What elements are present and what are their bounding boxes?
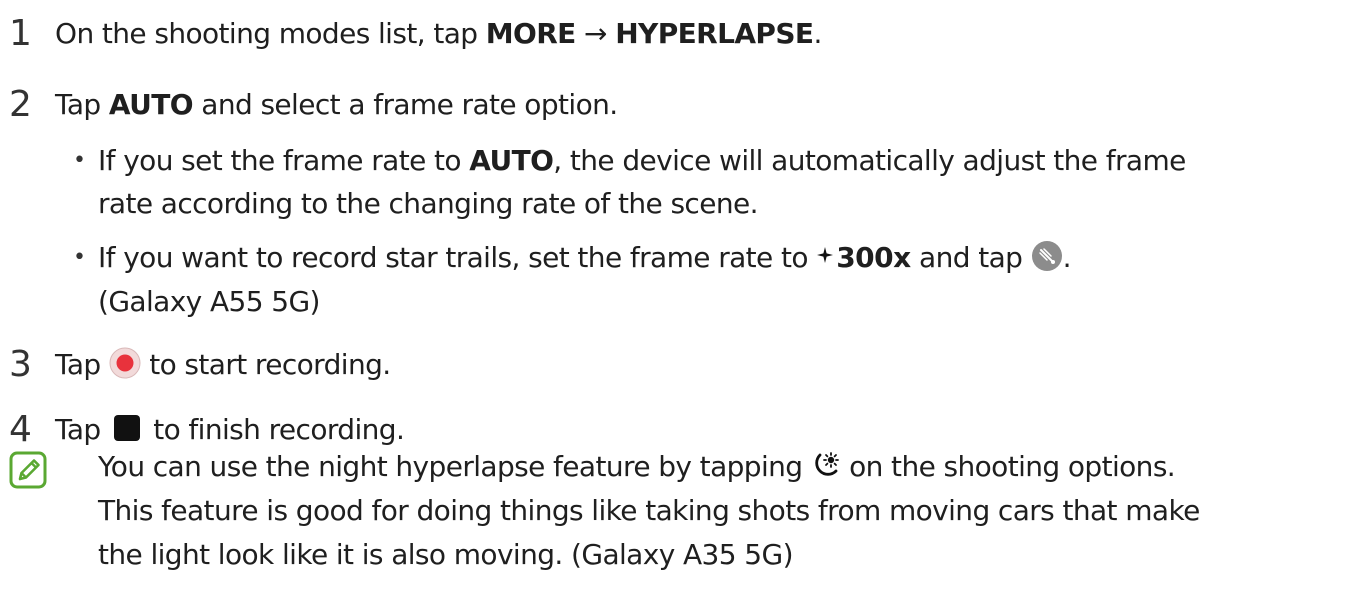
step-text: Tap <box>55 88 109 121</box>
step-3-text: Tap to start recording. <box>55 347 391 382</box>
step-text: to finish recording. <box>144 413 405 446</box>
sparkle-icon <box>817 247 834 263</box>
bullet-2-line-1: If you want to record star trails, set t… <box>98 241 1072 275</box>
step-text: to start recording. <box>140 348 391 381</box>
frame-rate-value: 300 <box>836 241 894 274</box>
step-text: . <box>813 17 822 50</box>
bullet-text: , the device will automatically adjust t… <box>553 144 1186 177</box>
step-number: 2 <box>9 84 32 125</box>
note-pencil-icon <box>9 451 47 489</box>
bullet: • <box>73 245 86 270</box>
star-trail-icon <box>1031 241 1062 271</box>
auto-label: AUTO <box>108 88 194 121</box>
step-text: and select a frame rate option. <box>192 88 618 121</box>
bullet-1-line-2: rate according to the changing rate of t… <box>98 187 759 220</box>
step-1-text: On the shooting modes list, tap MORE → H… <box>55 17 822 51</box>
step-text: On the shooting modes list, tap <box>55 17 486 50</box>
step-number: 1 <box>9 13 32 54</box>
step-text: Tap <box>55 348 109 381</box>
auto-label: AUTO <box>469 144 554 177</box>
more-label: MORE <box>485 17 577 50</box>
record-icon <box>109 347 141 379</box>
step-number: 4 <box>9 409 32 450</box>
step-4-text: Tap to finish recording. <box>55 413 405 447</box>
stop-icon <box>113 415 140 441</box>
hyperlapse-label: HYPERLAPSE <box>615 17 814 50</box>
bullet-text: . <box>1062 241 1072 274</box>
frame-rate-multiplier: x <box>893 241 911 274</box>
note-text: You can use the night hyperlapse feature… <box>98 450 811 483</box>
document-page: 1 On the shooting modes list, tap MORE →… <box>0 0 1346 604</box>
note-line-2: This feature is good for doing things li… <box>98 494 1200 527</box>
step-2-text: Tap AUTO and select a frame rate option. <box>55 88 618 122</box>
bullet: • <box>73 148 86 173</box>
step-number: 3 <box>9 344 32 385</box>
note-line-1: You can use the night hyperlapse feature… <box>98 450 1176 484</box>
bullet-text: and tap <box>910 241 1031 274</box>
bullet-text: If you set the frame rate to <box>98 144 470 177</box>
frame-rate-badge: 300x <box>816 241 911 274</box>
night-hyperlapse-icon <box>815 452 839 476</box>
arrow-text: → <box>575 17 616 50</box>
bullet-2-line-2: (Galaxy A55 5G) <box>98 285 320 318</box>
bullet-1-line-1: If you set the frame rate to AUTO, the d… <box>98 144 1186 178</box>
note-text: on the shooting options. <box>840 450 1176 483</box>
note-line-3: the light look like it is also moving. (… <box>98 538 794 571</box>
bullet-text: If you want to record star trails, set t… <box>98 241 817 274</box>
step-text: Tap <box>55 413 109 446</box>
